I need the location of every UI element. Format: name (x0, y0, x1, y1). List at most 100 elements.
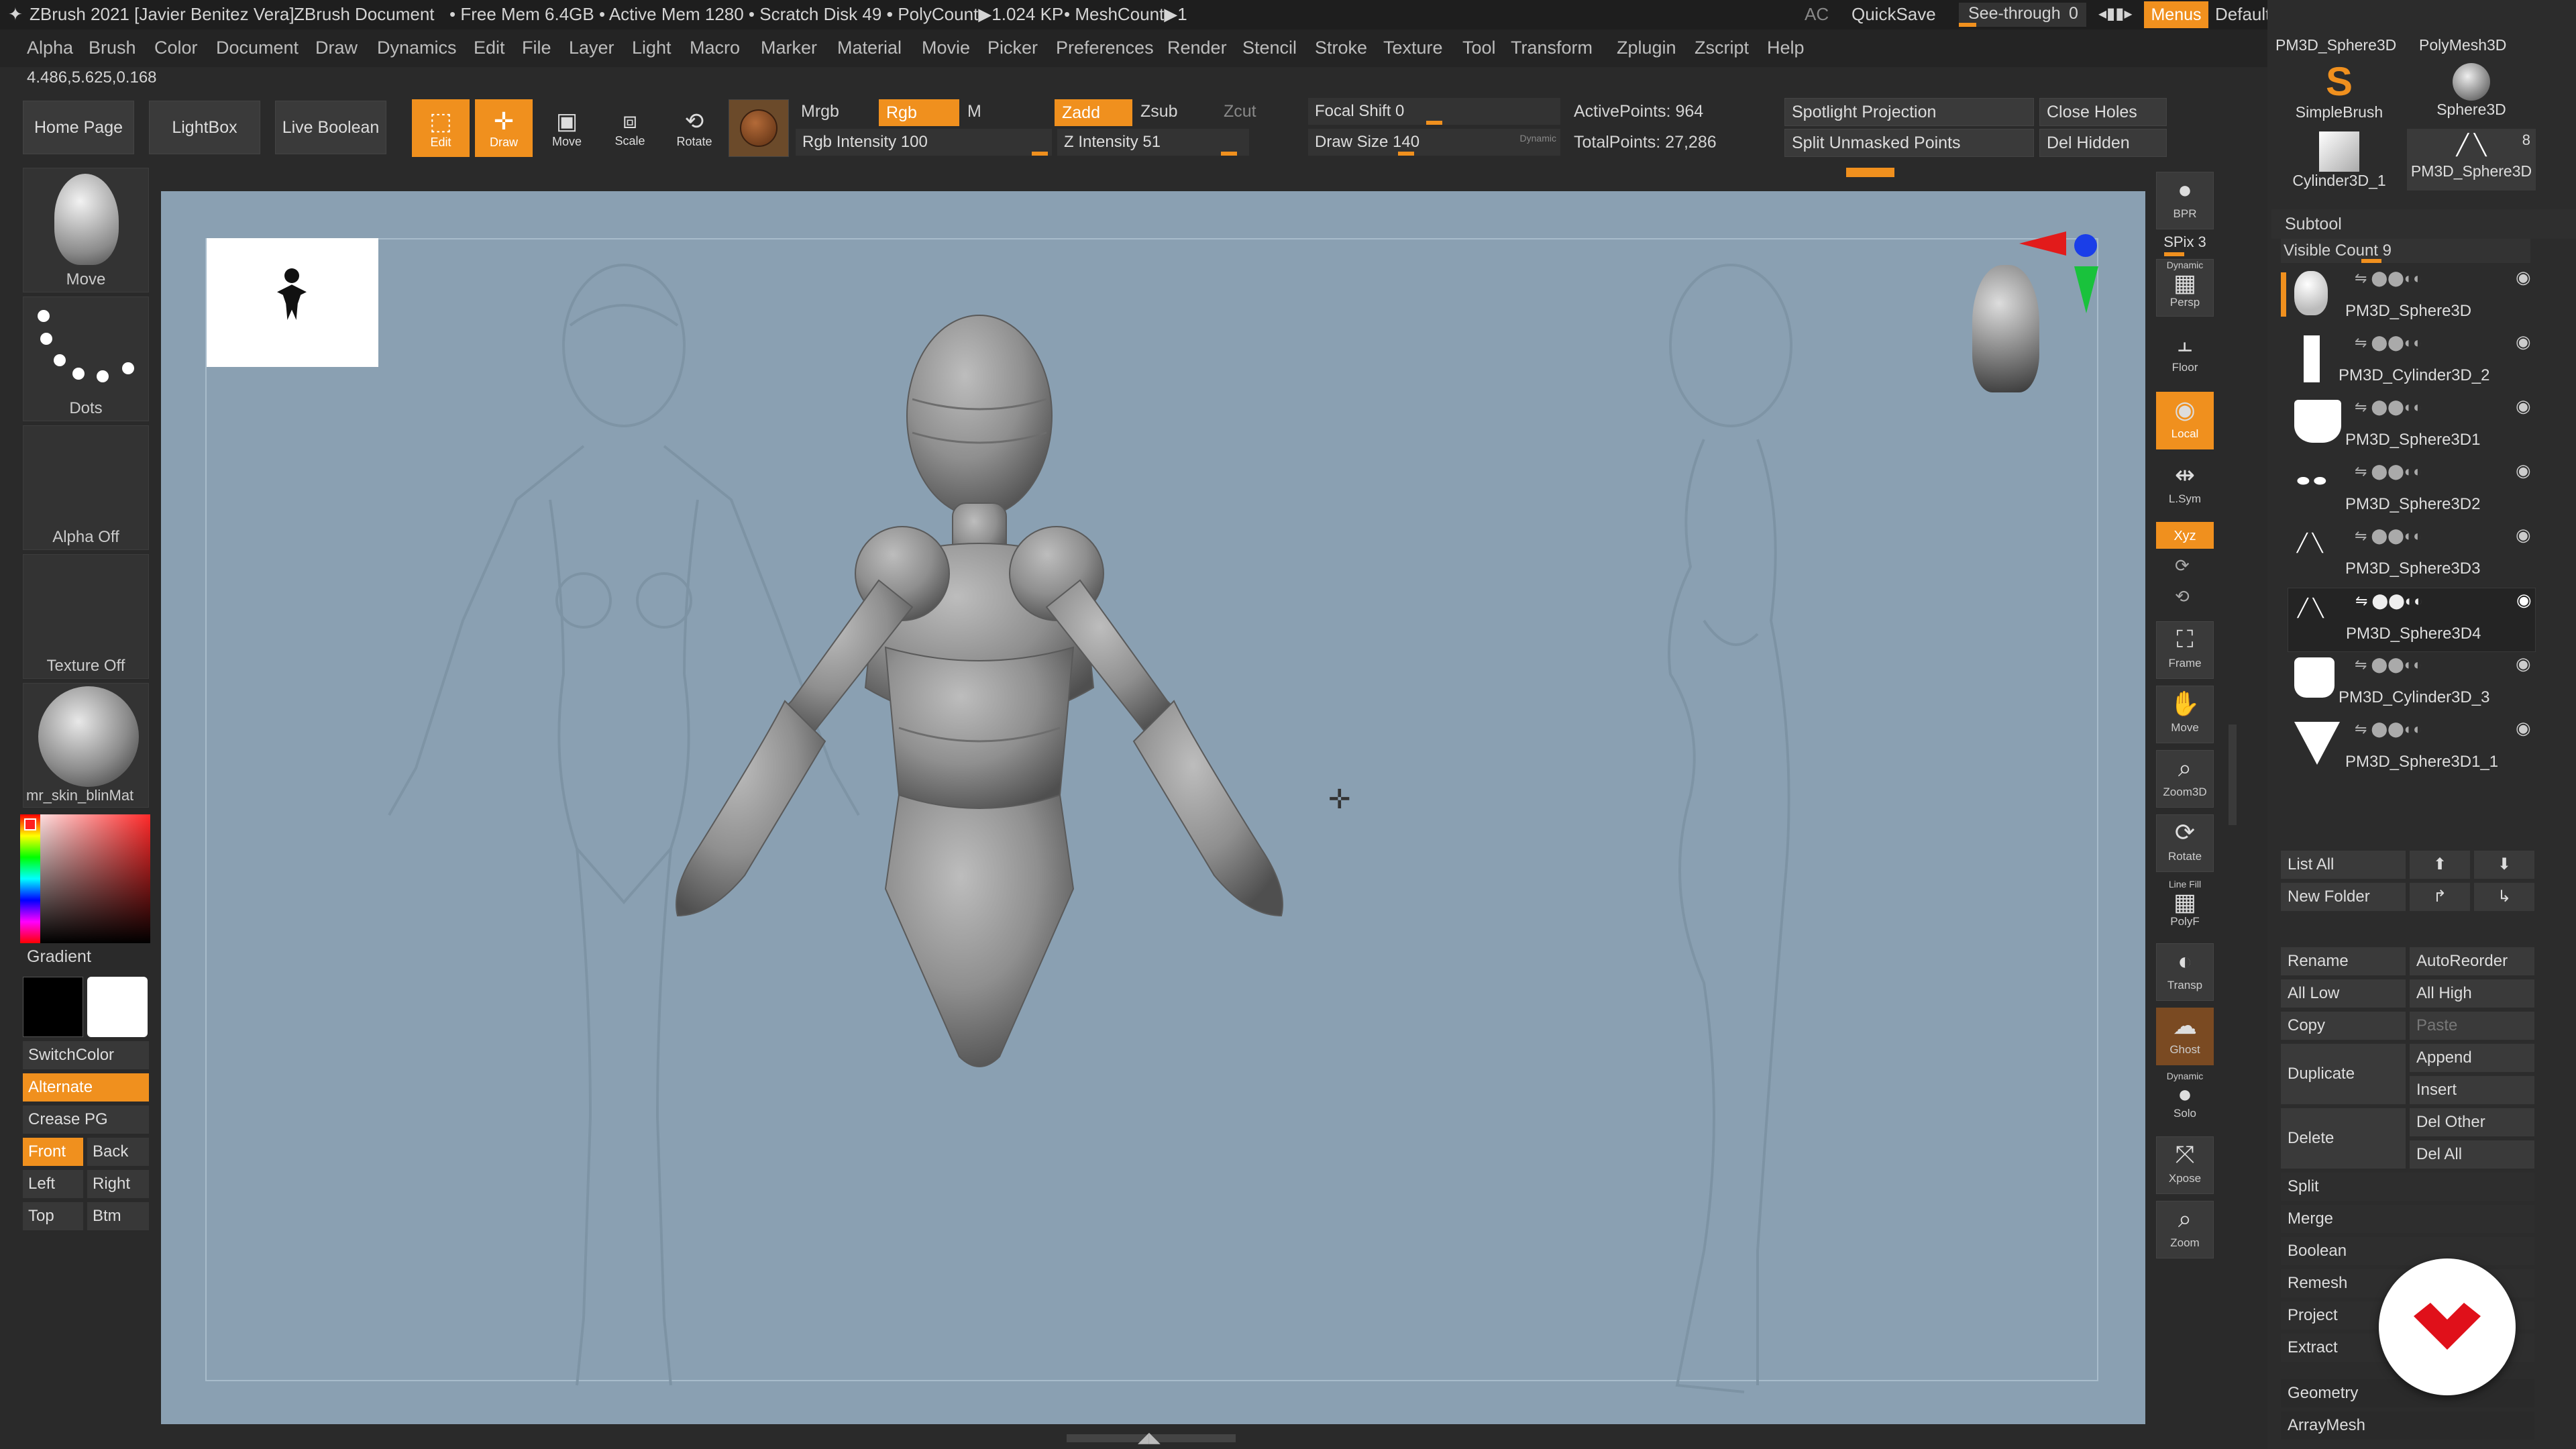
polyframe-button[interactable]: Line Fill ▦ PolyF (2156, 879, 2214, 936)
menu-brush[interactable]: Brush (89, 38, 136, 58)
focal-shift-knob[interactable] (1426, 121, 1442, 125)
menu-transform[interactable]: Transform (1511, 38, 1593, 58)
all-high-button[interactable]: All High (2410, 979, 2534, 1008)
all-low-button[interactable]: All Low (2281, 979, 2406, 1008)
eye-icon[interactable]: ◉ (2516, 590, 2532, 610)
menu-material[interactable]: Material (837, 38, 902, 58)
menu-macro[interactable]: Macro (690, 38, 740, 58)
zcut-toggle[interactable]: Zcut (1224, 102, 1256, 121)
eye-icon[interactable]: ◉ (2516, 331, 2531, 352)
subtool-visibility-icons[interactable]: ⇋ ⬤⬤◐◐ (2355, 270, 2422, 287)
xyz-button[interactable]: Xyz (2156, 522, 2214, 549)
paste-button[interactable]: Paste (2410, 1012, 2534, 1040)
ghost-button[interactable]: ☁ Ghost (2156, 1008, 2214, 1065)
lsym-button[interactable]: ⇹ L.Sym (2156, 458, 2214, 515)
frame-button[interactable]: ⛶ Frame (2156, 621, 2214, 679)
folder-out-icon[interactable]: ↱ (2410, 883, 2470, 911)
menu-edit[interactable]: Edit (474, 38, 505, 58)
zsub-toggle[interactable]: Zsub (1140, 102, 1178, 121)
geometry-section[interactable]: Geometry (2281, 1379, 2534, 1407)
lightbox-button[interactable]: LightBox (149, 101, 260, 154)
spix-knob[interactable] (2164, 252, 2184, 256)
bpr-button[interactable]: ● BPR (2156, 172, 2214, 229)
material-swatch-button[interactable] (729, 99, 789, 157)
move-up-icon[interactable]: ⬆ (2410, 851, 2470, 879)
menu-stencil[interactable]: Stencil (1242, 38, 1297, 58)
color-marker[interactable] (24, 818, 36, 830)
move-view-button[interactable]: ✋ Move (2156, 686, 2214, 743)
menu-preferences[interactable]: Preferences (1056, 38, 1154, 58)
subtool-visibility-icons[interactable]: ⇋ ⬤⬤◐◐ (2355, 720, 2422, 738)
merge-section[interactable]: Merge (2281, 1205, 2534, 1233)
menu-zscript[interactable]: Zscript (1695, 38, 1749, 58)
subtool-item[interactable]: ⇋ ⬤⬤◐◐ ◉ PM3D_Cylinder3D_3 (2288, 652, 2536, 716)
subtool-visibility-icons[interactable]: ⇋ ⬤⬤◐◐ (2355, 463, 2422, 480)
quicksave-button[interactable]: QuickSave (1851, 4, 1936, 25)
persp-button[interactable]: Dynamic ▦ Persp (2156, 259, 2214, 317)
draw-size-dynamic[interactable]: Dynamic (1520, 133, 1556, 144)
subtool-visibility-icons[interactable]: ⇋ ⬤⬤◐◐ (2355, 334, 2422, 352)
navigation-head-gizmo[interactable] (1972, 265, 2039, 392)
x-axis-arrow-icon[interactable] (2019, 231, 2066, 256)
eye-icon[interactable]: ◉ (2516, 396, 2531, 417)
menu-stroke[interactable]: Stroke (1315, 38, 1367, 58)
delete-button[interactable]: Delete (2281, 1108, 2406, 1169)
local-button[interactable]: ◉ Local (2156, 392, 2214, 449)
mrgb-toggle[interactable]: Mrgb (801, 102, 839, 121)
tool-thumb-simplebrush[interactable]: S SimpleBrush (2275, 60, 2403, 125)
brush-tile[interactable]: Move (23, 168, 149, 292)
menu-marker[interactable]: Marker (761, 38, 817, 58)
list-all-button[interactable]: List All (2281, 851, 2406, 879)
z-intensity-knob[interactable] (1221, 152, 1237, 156)
tool-thumb-pm3d-sphere-active[interactable]: ╱ ╲ PM3D_Sphere3D 8 (2407, 129, 2536, 191)
tray-arrow-icon[interactable]: ◢◣ (1138, 1429, 1161, 1446)
tool-thumb-cylinder3d[interactable]: Cylinder3D_1 (2275, 127, 2403, 192)
visible-count-slider[interactable]: Visible Count 9 (2281, 239, 2530, 263)
rotate-view-button[interactable]: ⟳ Rotate (2156, 814, 2214, 872)
menu-movie[interactable]: Movie (922, 38, 970, 58)
split-section[interactable]: Split (2281, 1173, 2534, 1201)
crease-pg-button[interactable]: Crease PG (23, 1106, 149, 1134)
floor-button[interactable]: ⫠ Floor (2156, 326, 2214, 384)
home-page-button[interactable]: Home Page (23, 101, 134, 154)
stroke-tile[interactable]: Dots (23, 297, 149, 421)
subtool-item[interactable]: ⇋ ⬤⬤◐◐ ◉ PM3D_Sphere3D1 (2288, 394, 2536, 459)
primary-color-swatch[interactable] (87, 977, 148, 1037)
zoom3d-button[interactable]: ⌕ Zoom3D (2156, 750, 2214, 808)
new-folder-button[interactable]: New Folder (2281, 883, 2406, 911)
menu-light[interactable]: Light (632, 38, 672, 58)
eye-icon[interactable]: ◉ (2516, 267, 2531, 288)
menu-tool[interactable]: Tool (1462, 38, 1496, 58)
draw-mode-button[interactable]: ✛ Draw (475, 99, 533, 157)
subtool-visibility-icons[interactable]: ⇋ ⬤⬤◐◐ (2355, 398, 2422, 416)
close-holes-button[interactable]: Close Holes (2039, 98, 2167, 126)
subtool-visibility-icons[interactable]: ⇋ ⬤⬤◐◐ (2355, 527, 2422, 545)
menu-file[interactable]: File (522, 38, 551, 58)
del-hidden-button[interactable]: Del Hidden (2039, 129, 2167, 157)
subtool-visibility-icons[interactable]: ⇋ ⬤⬤◐◐ (2355, 592, 2422, 610)
edit-mode-button[interactable]: ⬚ Edit (412, 99, 470, 157)
alpha-tile[interactable]: Alpha Off (23, 425, 149, 550)
gradient-label[interactable]: Gradient (27, 947, 91, 967)
menu-document[interactable]: Document (216, 38, 299, 58)
subtool-item-selected[interactable]: ╱ ╲ ⇋ ⬤⬤◐◐ ◉ PM3D_Sphere3D4 (2288, 588, 2536, 652)
boolean-section[interactable]: Boolean (2281, 1237, 2534, 1265)
subtool-item[interactable]: ⇋ ⬤⬤◐◐ ◉ PM3D_Sphere3D1_1 (2288, 716, 2536, 781)
copy-button[interactable]: Copy (2281, 1012, 2406, 1040)
menu-picker[interactable]: Picker (987, 38, 1038, 58)
menu-alpha[interactable]: Alpha (27, 38, 73, 58)
xpose-button[interactable]: ⤧ Xpose (2156, 1136, 2214, 1194)
subtool-visibility-icons[interactable]: ⇋ ⬤⬤◐◐ (2355, 656, 2422, 674)
del-other-button[interactable]: Del Other (2410, 1108, 2534, 1136)
eye-icon[interactable]: ◉ (2516, 653, 2531, 674)
menu-layer[interactable]: Layer (569, 38, 614, 58)
rgb-intensity-knob[interactable] (1032, 152, 1048, 156)
back-view-button[interactable]: Back (87, 1138, 149, 1166)
alternate-button[interactable]: Alternate (23, 1073, 149, 1102)
menu-zplugin[interactable]: Zplugin (1617, 38, 1676, 58)
focal-shift-slider[interactable]: Focal Shift 0 (1308, 98, 1560, 125)
rgb-intensity-slider[interactable]: Rgb Intensity 100 (796, 129, 1052, 156)
visible-count-knob[interactable] (2361, 259, 2381, 263)
autoreorder-button[interactable]: AutoReorder (2410, 947, 2534, 975)
menu-dynamics[interactable]: Dynamics (377, 38, 457, 58)
